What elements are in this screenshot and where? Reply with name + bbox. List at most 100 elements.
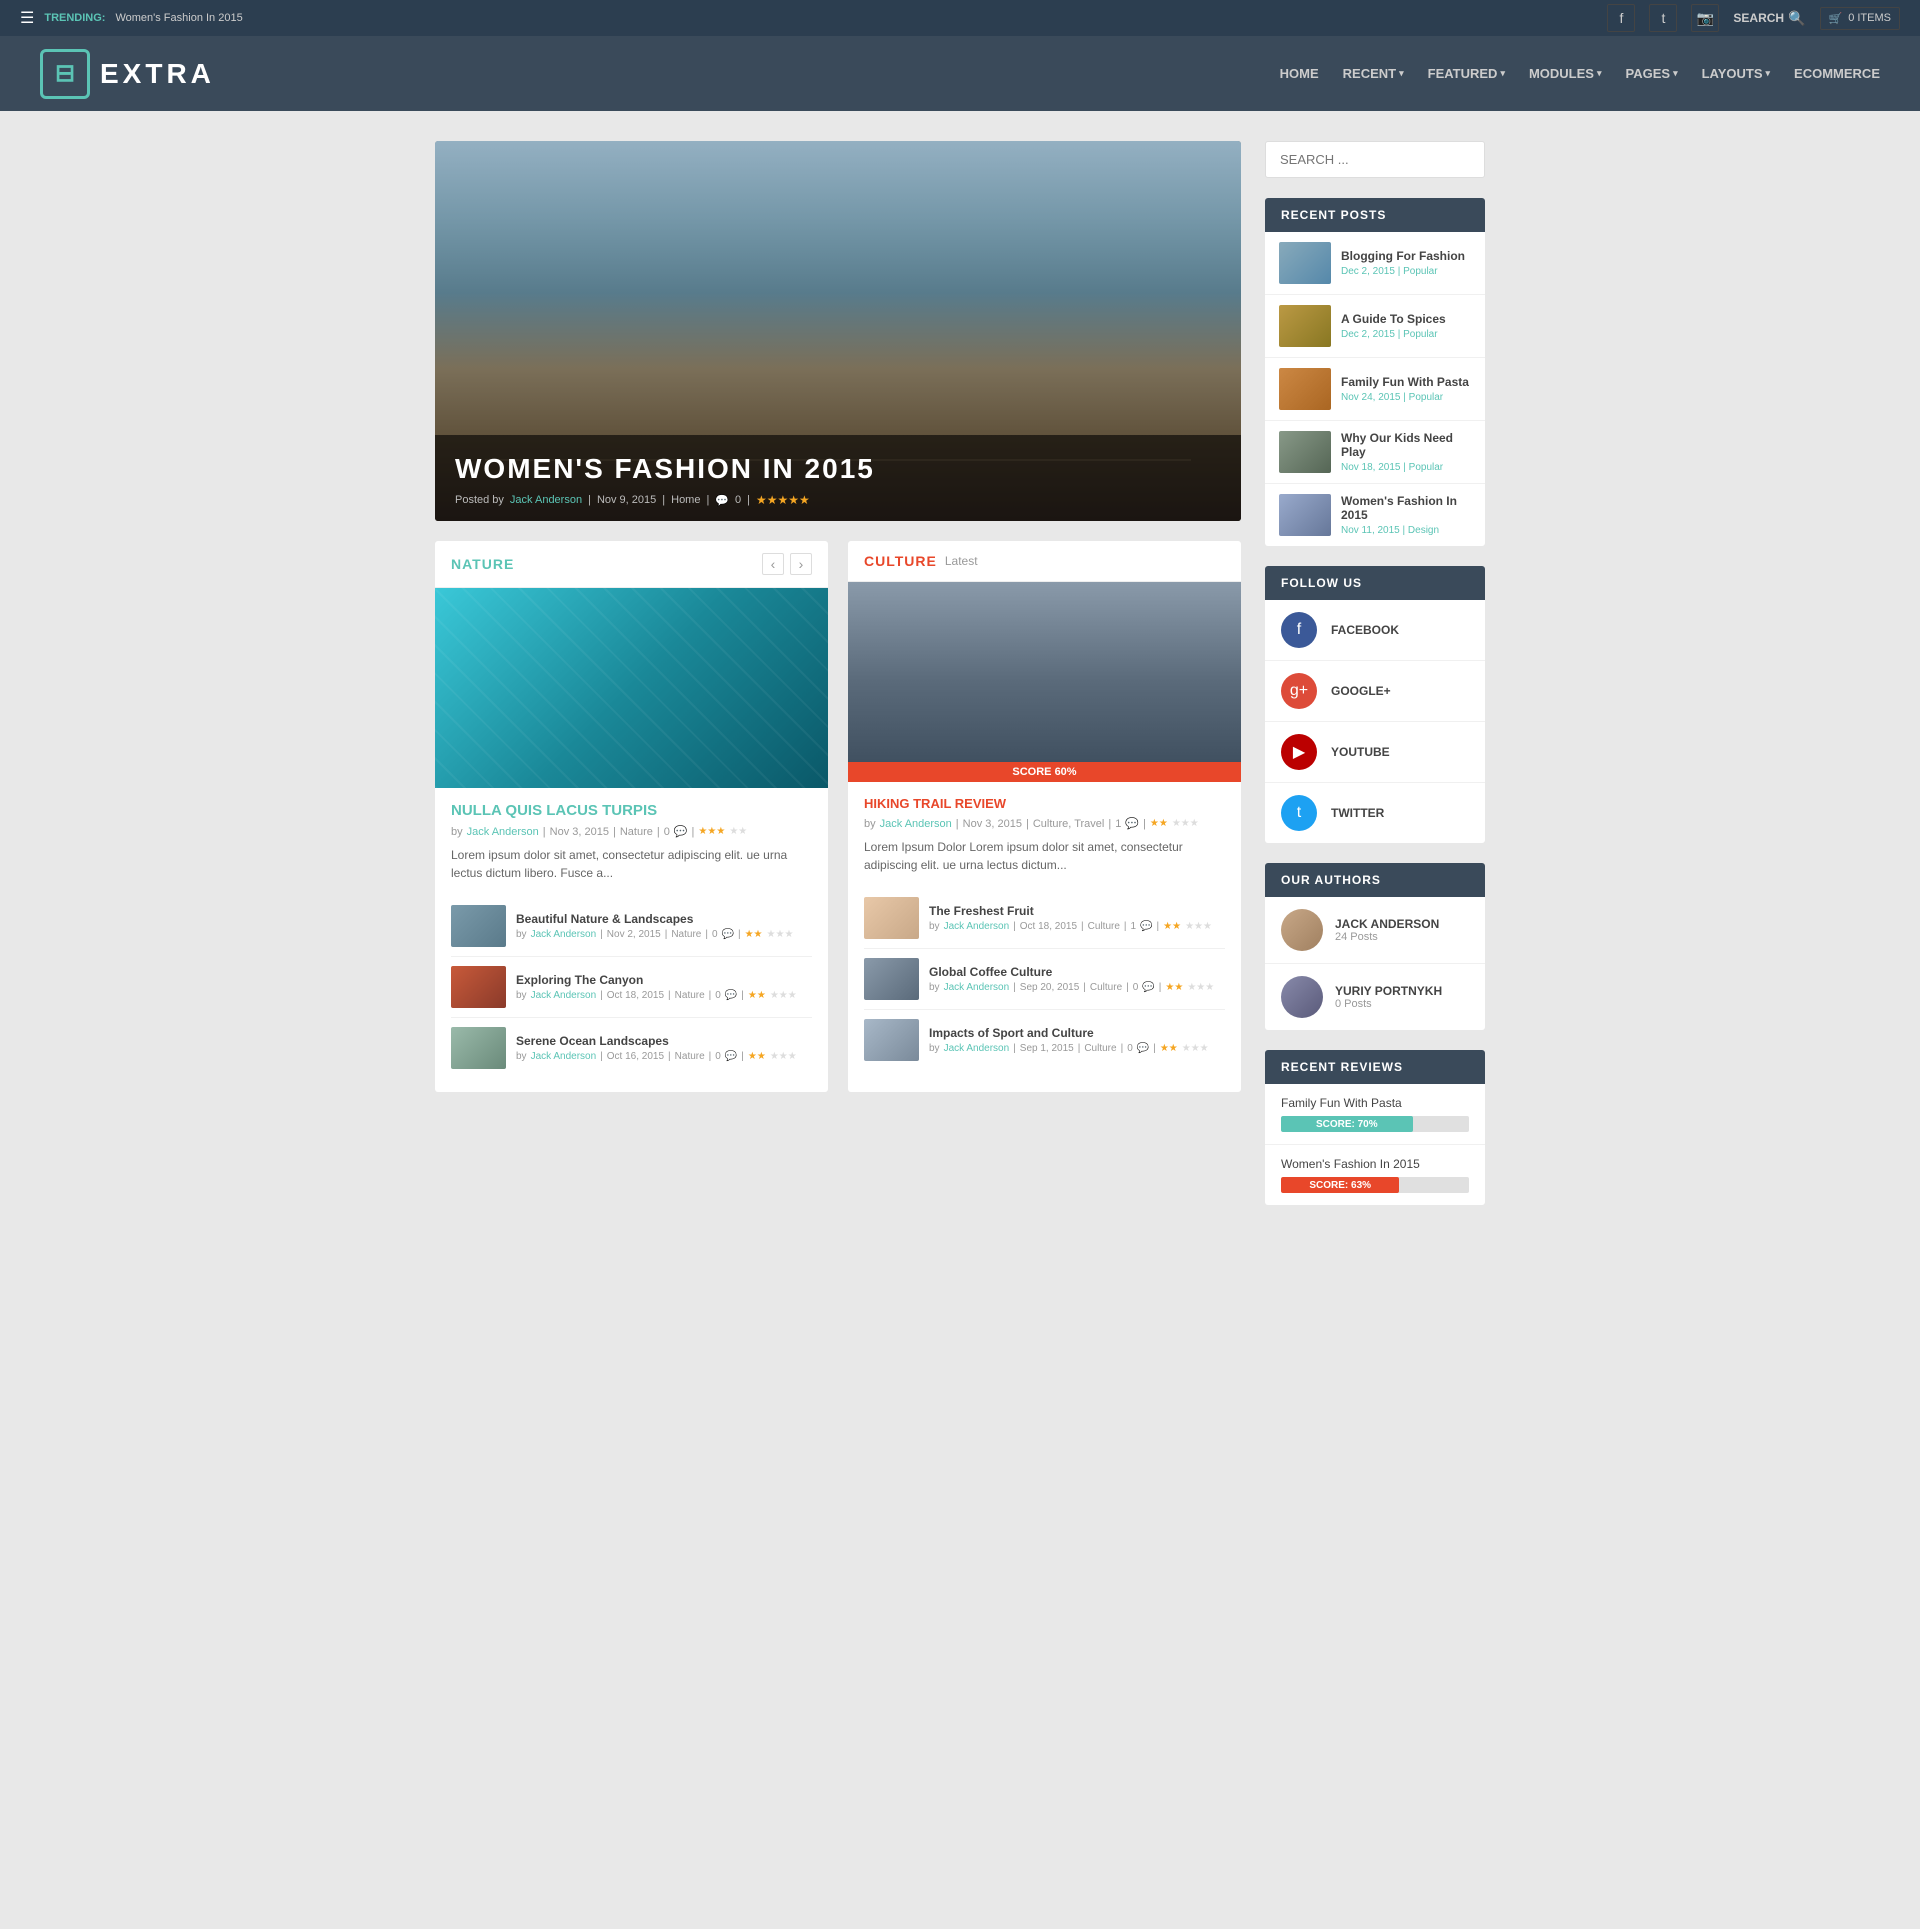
culture-post-info-1: The Freshest Fruit by Jack Anderson | Oc… <box>929 904 1225 932</box>
menu-icon[interactable]: ☰ <box>20 8 34 28</box>
nature-featured-image[interactable] <box>435 588 828 788</box>
nature-nav-arrows: ‹ › <box>762 553 812 575</box>
recent-post-title-4[interactable]: Why Our Kids Need Play <box>1341 431 1471 459</box>
nature-excerpt: Lorem ipsum dolor sit amet, consectetur … <box>451 846 812 882</box>
hero-author[interactable]: Jack Anderson <box>510 494 582 506</box>
nature-small-meta-1: by Jack Anderson | Nov 2, 2015 | Nature … <box>516 929 812 940</box>
culture-small-post-3: Impacts of Sport and Culture by Jack And… <box>864 1010 1225 1070</box>
culture-small-meta-1: by Jack Anderson | Oct 18, 2015 | Cultur… <box>929 921 1225 932</box>
recent-thumb-4 <box>1279 431 1331 473</box>
nature-date: Nov 3, 2015 <box>550 826 609 838</box>
recent-post-info-2: A Guide To Spices Dec 2, 2015 | Popular <box>1341 312 1471 340</box>
logo-symbol: ⊟ <box>55 59 75 88</box>
culture-body: HIKING TRAIL REVIEW by Jack Anderson | N… <box>848 782 1241 1084</box>
recent-post-info-4: Why Our Kids Need Play Nov 18, 2015 | Po… <box>1341 431 1471 473</box>
culture-small-title-1[interactable]: The Freshest Fruit <box>929 904 1225 918</box>
recent-thumb-5 <box>1279 494 1331 536</box>
hero-comments: 0 <box>735 494 741 506</box>
cart-button[interactable]: 🛒 0 ITEMS <box>1820 7 1901 30</box>
nature-small-title-1[interactable]: Beautiful Nature & Landscapes <box>516 912 812 926</box>
follow-twitter[interactable]: t TWITTER <box>1265 783 1485 843</box>
author-name-2[interactable]: YURIY PORTNYKH <box>1335 984 1442 998</box>
hero-title[interactable]: WOMEN'S FASHION IN 2015 <box>455 453 1221 485</box>
recent-post-title-1[interactable]: Blogging For Fashion <box>1341 249 1471 263</box>
recent-post-title-3[interactable]: Family Fun With Pasta <box>1341 375 1471 389</box>
instagram-icon[interactable]: 📷 <box>1691 4 1719 32</box>
hero-date: Nov 9, 2015 <box>597 494 656 506</box>
author-posts-2: 0 Posts <box>1335 998 1442 1010</box>
nav-pages[interactable]: PAGES ▾ <box>1626 66 1678 81</box>
author-name-1[interactable]: JACK ANDERSON <box>1335 917 1439 931</box>
nature-thumb-2 <box>451 966 506 1008</box>
review-title-2[interactable]: Women's Fashion In 2015 <box>1281 1157 1469 1171</box>
recent-post-meta-1: Dec 2, 2015 | Popular <box>1341 266 1471 277</box>
search-icon[interactable]: 🔍 <box>1788 10 1805 27</box>
google-circle-icon: g+ <box>1281 673 1317 709</box>
nature-thumb-3 <box>451 1027 506 1069</box>
nature-header: NATURE ‹ › <box>435 541 828 588</box>
twitter-icon[interactable]: t <box>1649 4 1677 32</box>
recent-post-info-3: Family Fun With Pasta Nov 24, 2015 | Pop… <box>1341 375 1471 403</box>
logo[interactable]: ⊟ EXTRA <box>40 49 215 99</box>
hero-sep3: | <box>706 494 709 506</box>
nature-main-title[interactable]: NULLA QUIS LACUS TURPIS <box>451 802 812 819</box>
recent-post-info-1: Blogging For Fashion Dec 2, 2015 | Popul… <box>1341 249 1471 277</box>
nature-small-title-2[interactable]: Exploring The Canyon <box>516 973 812 987</box>
nav-recent[interactable]: RECENT ▾ <box>1343 66 1404 81</box>
nature-category[interactable]: Nature <box>620 826 653 838</box>
culture-small-post-1: The Freshest Fruit by Jack Anderson | Oc… <box>864 888 1225 949</box>
follow-youtube-label: YOUTUBE <box>1331 745 1390 759</box>
nature-comments: 0 <box>664 826 670 838</box>
hero-category[interactable]: Home <box>671 494 700 506</box>
search-top[interactable]: SEARCH 🔍 <box>1733 10 1805 27</box>
recent-post-title-5[interactable]: Women's Fashion In 2015 <box>1341 494 1471 522</box>
facebook-icon[interactable]: f <box>1607 4 1635 32</box>
follow-youtube[interactable]: ▶ YOUTUBE <box>1265 722 1485 783</box>
nature-by: by <box>451 826 463 838</box>
nature-main-meta: by Jack Anderson | Nov 3, 2015 | Nature … <box>451 825 812 838</box>
nature-next-btn[interactable]: › <box>790 553 812 575</box>
culture-small-meta-2: by Jack Anderson | Sep 20, 2015 | Cultur… <box>929 982 1225 993</box>
nature-author[interactable]: Jack Anderson <box>467 826 539 838</box>
review-item-1: Family Fun With Pasta SCORE: 70% <box>1265 1084 1485 1145</box>
culture-thumb-1 <box>864 897 919 939</box>
author-item-2: YURIY PORTNYKH 0 Posts <box>1265 964 1485 1030</box>
facebook-circle-icon: f <box>1281 612 1317 648</box>
review-bar-wrap-2: SCORE: 63% <box>1281 1177 1469 1193</box>
sidebar-search <box>1265 141 1485 178</box>
trending-text[interactable]: Women's Fashion In 2015 <box>115 12 242 24</box>
nav-layouts[interactable]: LAYOUTS ▾ <box>1702 66 1770 81</box>
nature-post-info-1: Beautiful Nature & Landscapes by Jack An… <box>516 912 812 940</box>
recent-posts-header: RECENT POSTS <box>1265 198 1485 232</box>
nav-ecommerce[interactable]: ECOMMERCE <box>1794 66 1880 81</box>
nature-small-title-3[interactable]: Serene Ocean Landscapes <box>516 1034 812 1048</box>
follow-google[interactable]: g+ GOOGLE+ <box>1265 661 1485 722</box>
recent-post-title-2[interactable]: A Guide To Spices <box>1341 312 1471 326</box>
culture-header: CULTURE Latest <box>848 541 1241 582</box>
follow-google-label: GOOGLE+ <box>1331 684 1391 698</box>
content-wrapper: WOMEN'S FASHION IN 2015 Posted by Jack A… <box>415 141 1505 1225</box>
search-input[interactable] <box>1265 141 1485 178</box>
review-bar-2: SCORE: 63% <box>1281 1177 1399 1193</box>
nav-home[interactable]: HOME <box>1280 66 1319 81</box>
culture-small-title-2[interactable]: Global Coffee Culture <box>929 965 1225 979</box>
youtube-circle-icon: ▶ <box>1281 734 1317 770</box>
review-title-1[interactable]: Family Fun With Pasta <box>1281 1096 1469 1110</box>
nature-small-post-2: Exploring The Canyon by Jack Anderson | … <box>451 957 812 1018</box>
reviews-header: RECENT REVIEWS <box>1265 1050 1485 1084</box>
review-item-2: Women's Fashion In 2015 SCORE: 63% <box>1265 1145 1485 1205</box>
author-posts-1: 24 Posts <box>1335 931 1439 943</box>
culture-main-title[interactable]: HIKING TRAIL REVIEW <box>864 796 1225 811</box>
recent-post-item-2: A Guide To Spices Dec 2, 2015 | Popular <box>1265 295 1485 358</box>
authors-header: OUR AUTHORS <box>1265 863 1485 897</box>
nav-modules[interactable]: MODULES ▾ <box>1529 66 1602 81</box>
sidebar: RECENT POSTS Blogging For Fashion Dec 2,… <box>1265 141 1485 1225</box>
culture-section: CULTURE Latest SCORE 60% HIKING TRAIL RE… <box>848 541 1241 1092</box>
nature-prev-btn[interactable]: ‹ <box>762 553 784 575</box>
follow-twitter-label: TWITTER <box>1331 806 1384 820</box>
nature-section: NATURE ‹ › NULLA QUIS LACUS TURPIS by Ja… <box>435 541 828 1092</box>
follow-facebook[interactable]: f FACEBOOK <box>1265 600 1485 661</box>
nav-featured[interactable]: FEATURED ▾ <box>1428 66 1505 81</box>
review-bar-wrap-1: SCORE: 70% <box>1281 1116 1469 1132</box>
culture-small-title-3[interactable]: Impacts of Sport and Culture <box>929 1026 1225 1040</box>
